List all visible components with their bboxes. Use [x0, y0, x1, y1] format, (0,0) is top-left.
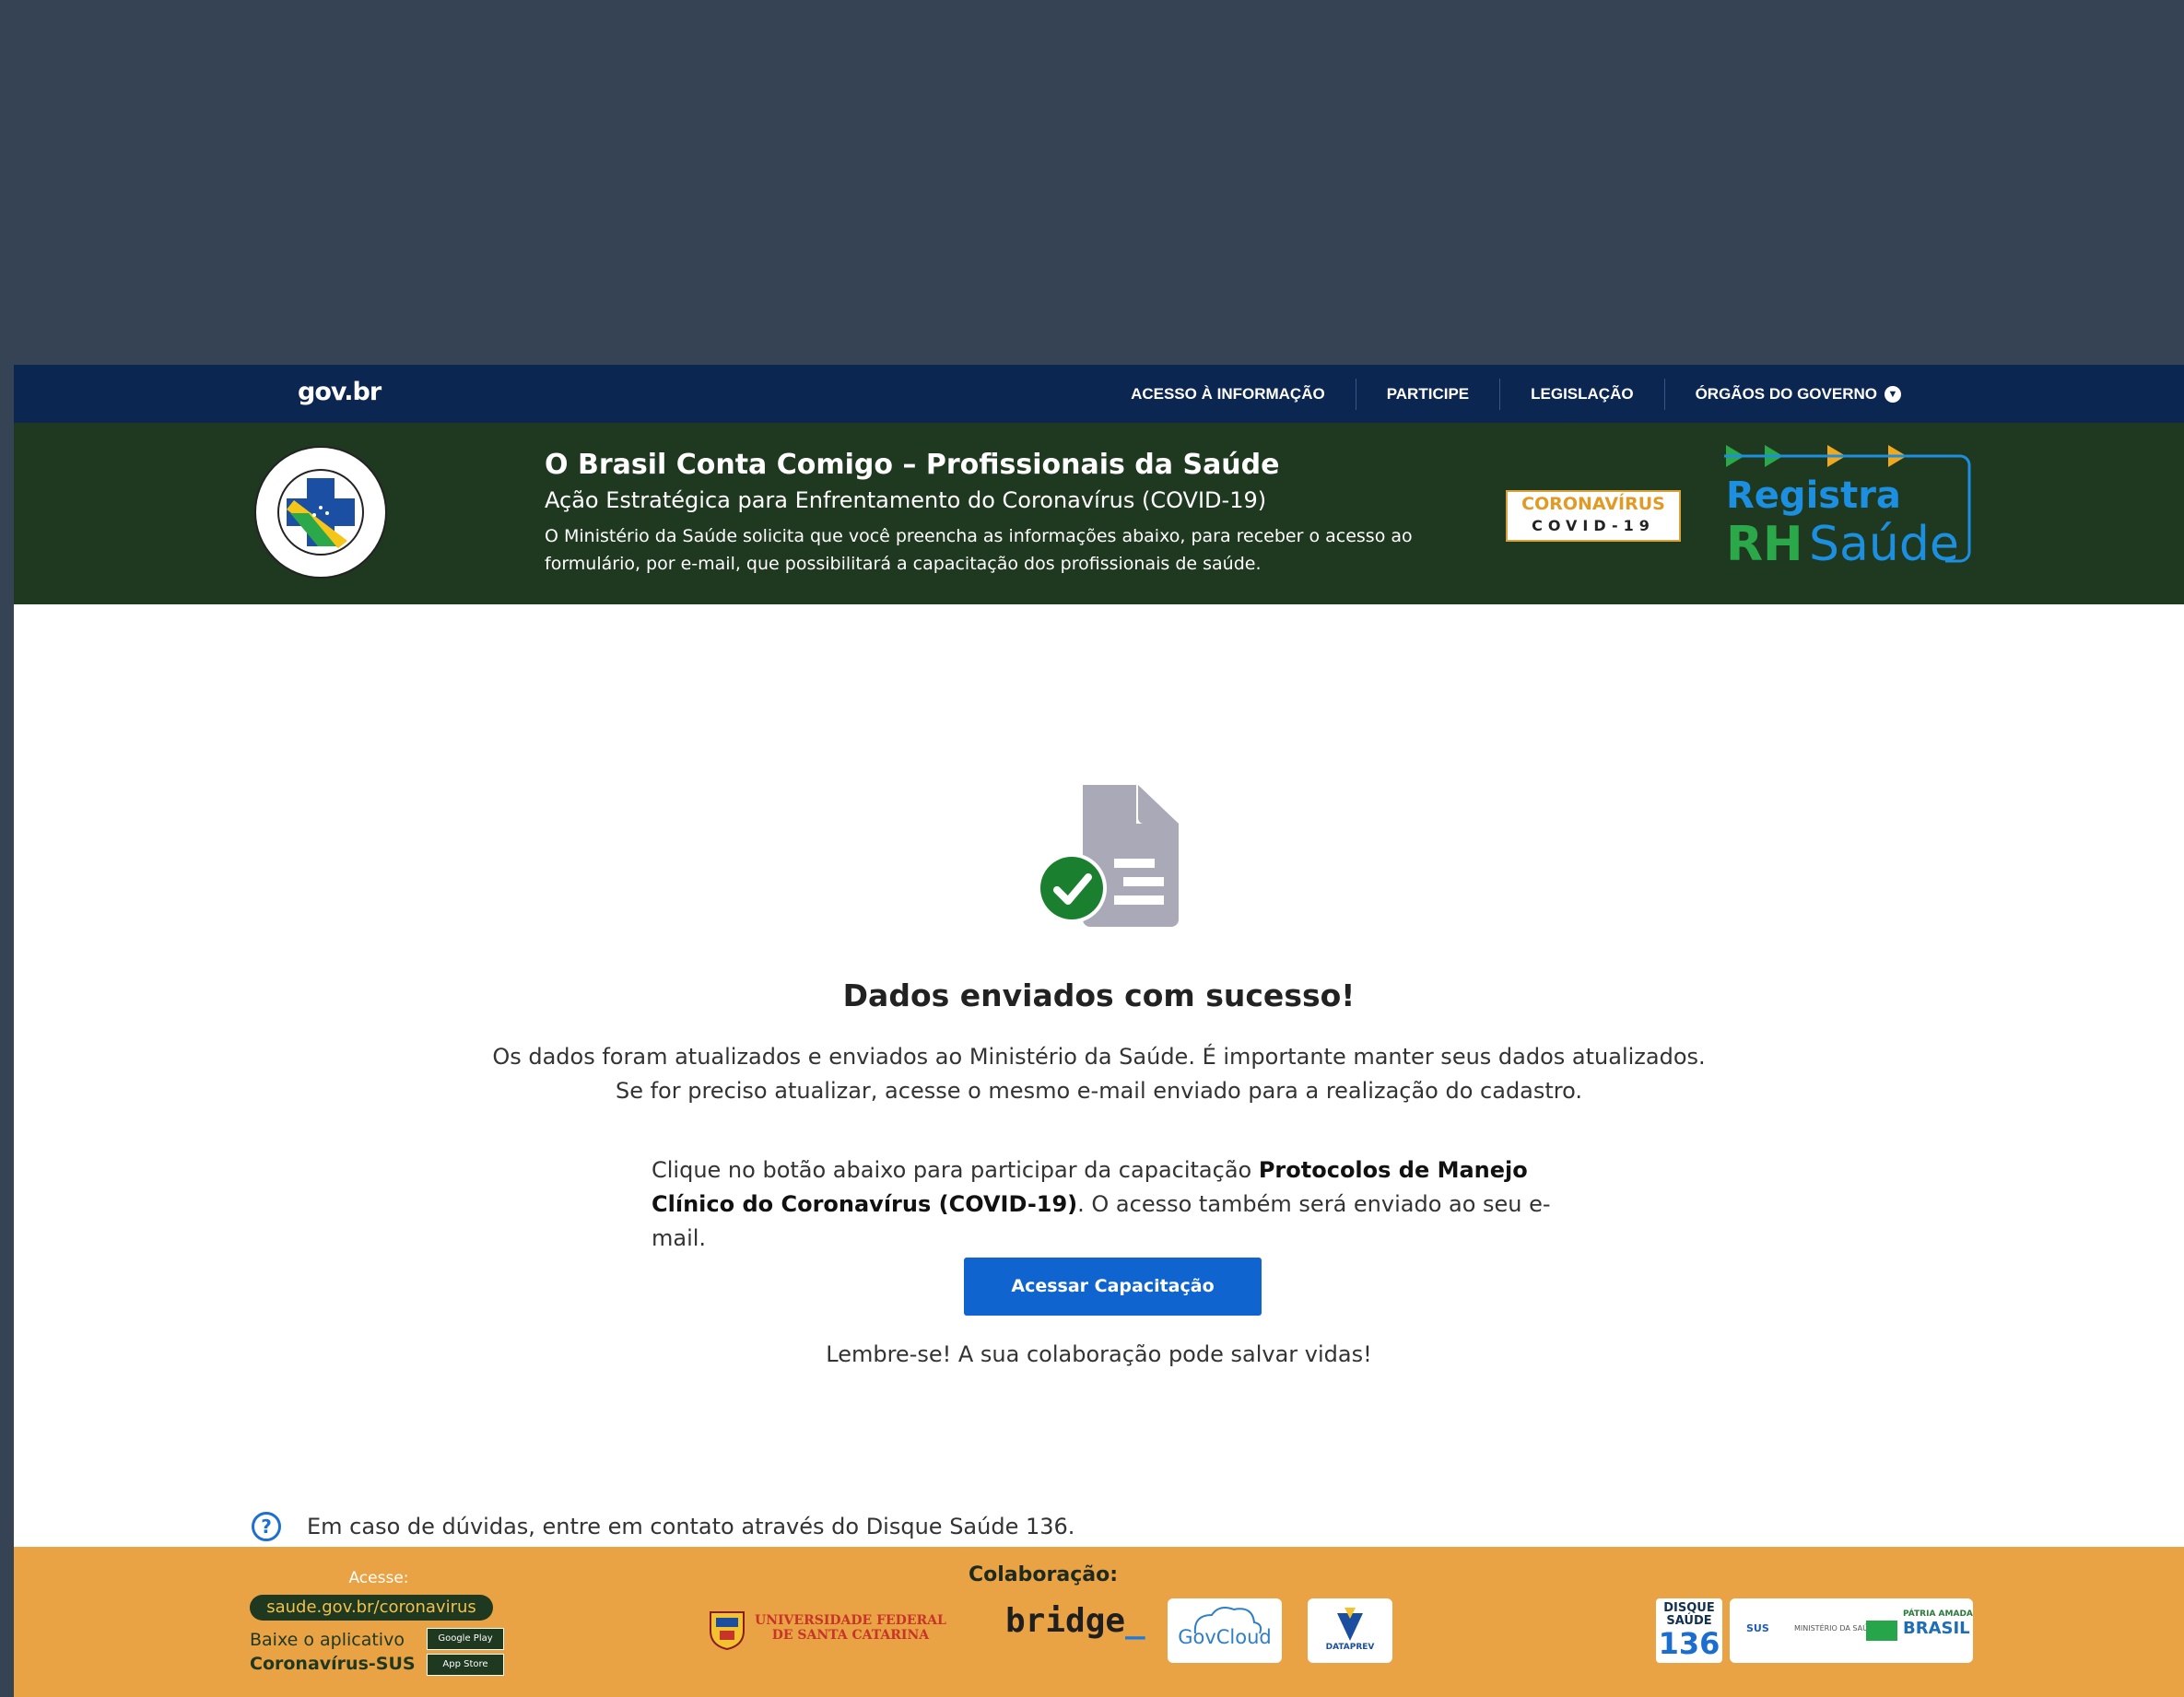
covid-badge-line2: COVID-19	[1532, 517, 1655, 534]
success-message-line1: Os dados foram atualizados e enviados ao…	[492, 1044, 1706, 1070]
brasil-logo: BRASIL	[1903, 1619, 1970, 1638]
colaboracao-label: Colaboração:	[969, 1563, 1119, 1586]
header-text: O Brasil Conta Comigo – Profissionais da…	[545, 447, 1485, 578]
rh-line1: Registra	[1726, 474, 1901, 517]
help-line: ? Em caso de dúvidas, entre em contato a…	[252, 1512, 1074, 1541]
ufsc-line2: DE SANTA CATARINA	[771, 1628, 930, 1643]
bridge-text: bridge	[1005, 1602, 1126, 1640]
cta-prefix: Clique no botão abaixo para participar d…	[652, 1157, 1259, 1183]
disque-number: 136	[1658, 1626, 1720, 1661]
app-line1: Baixe o aplicativo	[250, 1630, 405, 1650]
covid-badge-line1: CORONAVÍRUS	[1521, 494, 1665, 514]
page-title: O Brasil Conta Comigo – Profissionais da…	[545, 449, 1280, 481]
acesse-label: Acesse:	[348, 1569, 409, 1587]
brasil-conta-comigo-seal-icon	[254, 446, 387, 579]
ufsc-crest-icon	[710, 1611, 745, 1651]
help-text: Em caso de dúvidas, entre em contato atr…	[307, 1514, 1075, 1539]
govbr-bar: gov.br ACESSO À INFORMAÇÃO PARTICIPE LEG…	[14, 365, 2184, 423]
government-logos: SUS MINISTÉRIO DA SAÚDE PÁTRIA AMADA BRA…	[1730, 1598, 1973, 1663]
sus-logo: SUS	[1746, 1622, 1769, 1634]
page: gov.br ACESSO À INFORMAÇÃO PARTICIPE LEG…	[14, 365, 2184, 1697]
capacitacao-message: Clique no botão abaixo para participar d…	[652, 1153, 1573, 1256]
app-line2: Coronavírus-SUS	[250, 1654, 416, 1674]
disque-label: DISQUE SAÚDE	[1663, 1601, 1715, 1628]
govcloud-text: GovCloud	[1178, 1626, 1272, 1648]
link-participe[interactable]: PARTICIPE	[1355, 378, 1499, 410]
site-header: O Brasil Conta Comigo – Profissionais da…	[14, 423, 2184, 604]
ufsc-logo: UNIVERSIDADE FEDERAL DE SANTA CATARINA	[707, 1602, 946, 1654]
page-description: O Ministério da Saúde solicita que você …	[545, 526, 1413, 574]
dataprev-logo: DATAPREV	[1308, 1598, 1392, 1663]
registra-rh-saude-logo: Registra RH Saúde	[1724, 441, 1982, 579]
link-acesso-informacao[interactable]: ACESSO À INFORMAÇÃO	[1100, 379, 1356, 410]
success-message-line2: Se for preciso atualizar, acesse o mesmo…	[615, 1078, 1583, 1104]
coronavirus-link[interactable]: saude.gov.br/coronavirus	[250, 1595, 493, 1621]
app-store-badge[interactable]: App Store	[427, 1654, 504, 1676]
success-message: Os dados foram atualizados e enviados ao…	[14, 1040, 2184, 1108]
govbr-logo[interactable]: gov.br	[298, 378, 382, 406]
ufsc-line1: UNIVERSIDADE FEDERAL	[755, 1613, 946, 1628]
google-play-badge[interactable]: Google Play	[427, 1628, 504, 1650]
question-icon: ?	[252, 1512, 281, 1541]
page-subtitle: Ação Estratégica para Enfrentamento do C…	[545, 487, 1267, 513]
document-success-icon	[1037, 785, 1179, 927]
link-legislacao[interactable]: LEGISLAÇÃO	[1499, 378, 1663, 410]
govcloud-logo: GovCloud	[1168, 1598, 1282, 1663]
brazil-flag-icon	[1866, 1621, 1897, 1641]
bridge-logo: bridge_	[1005, 1602, 1145, 1640]
covid-badge: CORONAVÍRUS COVID-19	[1506, 490, 1681, 542]
link-orgaos-label: ÓRGÃOS DO GOVERNO	[1695, 384, 1877, 403]
patria-amada: PÁTRIA AMADA	[1903, 1609, 1973, 1619]
footer: Acesse: saude.gov.br/coronavirus Baixe o…	[14, 1547, 2184, 1697]
app-download-text: Baixe o aplicativo Coronavírus-SUS	[250, 1628, 416, 1676]
rh-line2a: RH	[1726, 517, 1803, 572]
link-orgaos-governo[interactable]: ÓRGÃOS DO GOVERNO ▼	[1663, 378, 1932, 410]
acessar-capacitacao-button[interactable]: Acessar Capacitação	[964, 1258, 1262, 1316]
disque-saude-logo: DISQUE SAÚDE 136	[1656, 1598, 1722, 1663]
dataprev-text: DATAPREV	[1325, 1643, 1375, 1652]
chevron-down-icon: ▼	[1885, 385, 1901, 403]
dataprev-icon	[1337, 1608, 1363, 1641]
success-title: Dados enviados com sucesso!	[842, 977, 1356, 1013]
govbr-links: ACESSO À INFORMAÇÃO PARTICIPE LEGISLAÇÃO…	[1100, 365, 1932, 423]
remember-text: Lembre-se! A sua colaboração pode salvar…	[826, 1341, 1372, 1367]
rh-line2b: Saúde	[1809, 517, 1959, 572]
